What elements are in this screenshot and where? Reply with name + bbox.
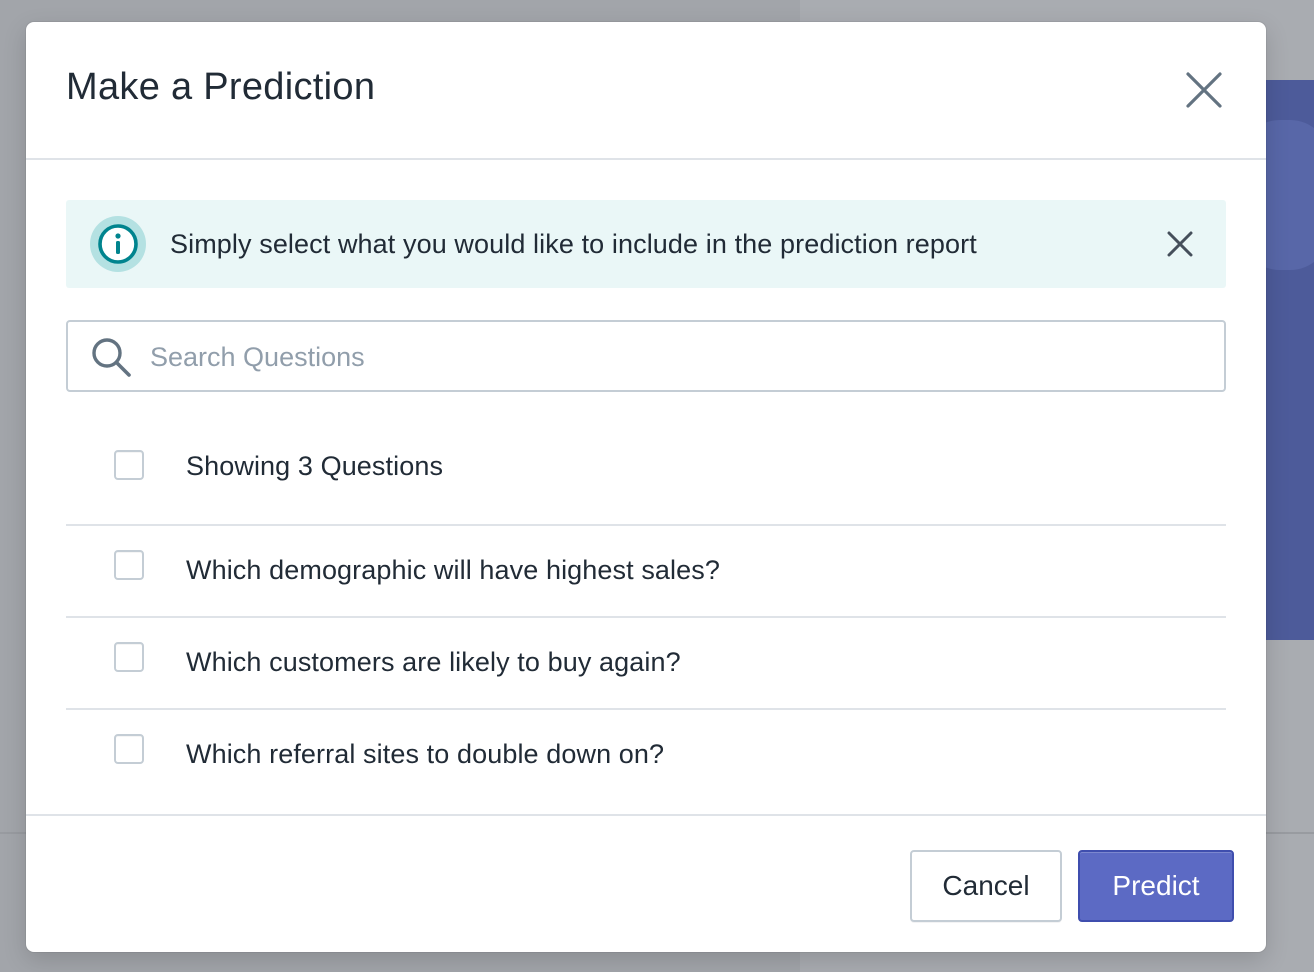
search-field [66, 320, 1226, 392]
modal-title: Make a Prediction [66, 66, 376, 108]
banner-message: Simply select what you would like to inc… [170, 229, 977, 259]
search-input[interactable] [148, 322, 1212, 392]
question-checkbox[interactable] [114, 734, 144, 764]
list-item: Which referral sites to double down on? [66, 710, 1226, 800]
question-checkbox[interactable] [114, 642, 144, 672]
search-icon [92, 338, 131, 377]
predict-button[interactable]: Predict [1078, 850, 1234, 922]
close-icon [1186, 72, 1222, 108]
select-all-row: Showing 3 Questions [66, 420, 1226, 526]
info-icon [90, 216, 146, 272]
prediction-modal: Make a Prediction Simply select what you… [26, 22, 1266, 952]
question-label[interactable]: Which referral sites to double down on? [186, 739, 664, 770]
modal-header: Make a Prediction [26, 22, 1266, 160]
question-count-label: Showing 3 Questions [186, 451, 444, 481]
modal-body: Simply select what you would like to inc… [66, 200, 1226, 769]
close-icon [1167, 231, 1193, 257]
modal-footer: Cancel Predict [26, 814, 1266, 952]
question-checkbox[interactable] [114, 550, 144, 580]
question-label[interactable]: Which customers are likely to buy again? [186, 647, 681, 678]
list-item: Which customers are likely to buy again? [66, 618, 1226, 710]
question-list: Showing 3 Questions Which demographic wi… [66, 420, 1226, 800]
dismiss-banner-button[interactable] [1166, 230, 1194, 258]
question-label[interactable]: Which demographic will have highest sale… [186, 555, 720, 586]
list-item: Which demographic will have highest sale… [66, 526, 1226, 618]
select-all-checkbox[interactable] [114, 450, 144, 480]
close-button[interactable] [1184, 70, 1224, 110]
cancel-button[interactable]: Cancel [910, 850, 1062, 922]
info-banner: Simply select what you would like to inc… [66, 200, 1226, 288]
